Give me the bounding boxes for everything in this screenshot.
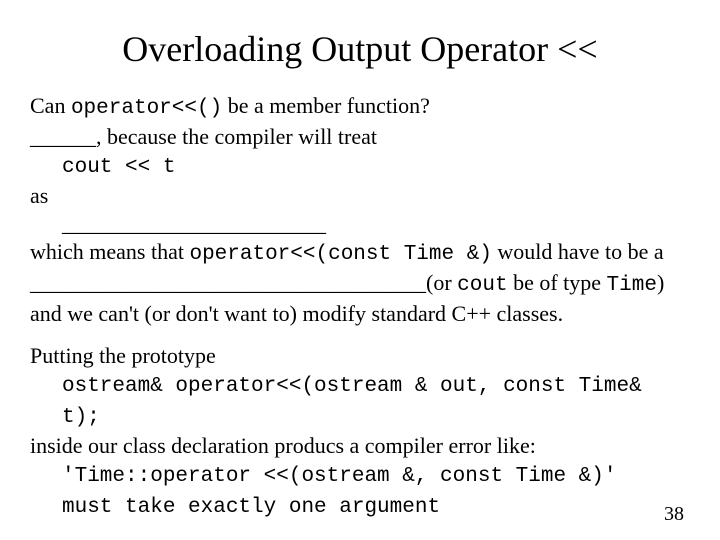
code-error1: 'Time::operator <<(ostream &, const Time… xyxy=(62,465,617,488)
line-12: 'Time::operator <<(ostream &, const Time… xyxy=(62,460,690,491)
line-11: inside our class declaration producs a c… xyxy=(30,432,690,460)
line-2: ______, because the compiler will treat xyxy=(30,123,690,151)
line-10: ostream& operator<<(ostream & out, const… xyxy=(62,370,690,432)
code-cout: cout xyxy=(457,274,507,297)
line-7b: be of type xyxy=(508,270,607,295)
line-1b: be a member function? xyxy=(222,93,430,118)
code-time-type: Time xyxy=(607,274,657,297)
line-1a: Can xyxy=(30,93,71,118)
line-6: which means that operator<<(const Time &… xyxy=(30,238,690,269)
slide: Overloading Output Operator << Can opera… xyxy=(0,0,720,540)
line-4: as xyxy=(30,182,690,210)
line-7: ____________________________________(or … xyxy=(30,269,690,300)
line-9: Putting the prototype xyxy=(30,342,690,370)
line-13: must take exactly one argument xyxy=(62,491,690,522)
code-cout-t: cout << t xyxy=(62,156,175,179)
code-operator-fn: operator<<() xyxy=(71,97,222,120)
code-prototype: ostream& operator<<(ostream & out, const… xyxy=(62,375,642,429)
code-error2: must take exactly one argument xyxy=(62,496,440,519)
line-6a: which means that xyxy=(30,239,189,264)
line-7c: ) xyxy=(657,270,664,295)
line-3: cout << t xyxy=(62,151,690,182)
line-5: ________________________ xyxy=(62,210,690,238)
code-op-time: operator<<(const Time &) xyxy=(189,243,491,266)
slide-body: Can operator<<() be a member function? _… xyxy=(30,92,690,522)
line-1: Can operator<<() be a member function? xyxy=(30,92,690,123)
line-6b: would have to be a xyxy=(492,239,664,264)
line-7a: ____________________________________(or xyxy=(30,270,457,295)
page-number: 38 xyxy=(664,503,684,526)
line-8: and we can't (or don't want to) modify s… xyxy=(30,300,690,328)
slide-title: Overloading Output Operator << xyxy=(30,28,690,70)
